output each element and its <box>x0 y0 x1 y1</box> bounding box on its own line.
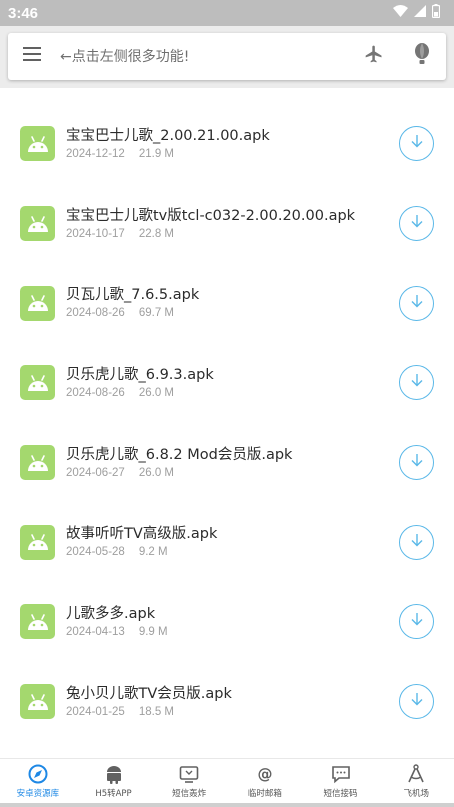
list-item[interactable]: 贝乐虎儿歌_6.8.2 Mod会员版.apk 2024-06-27 26.0 M <box>0 423 454 503</box>
search-bar <box>8 33 446 80</box>
file-name: 贝乐虎儿歌_6.9.3.apk <box>66 366 214 383</box>
nav-label: 临时邮箱 <box>247 788 282 799</box>
android-app-icon <box>20 206 55 242</box>
list-item[interactable]: 兔小贝儿歌TV会员版.apk 2024-01-25 18.5 M <box>0 662 454 742</box>
android-app-icon <box>20 365 55 401</box>
nav-item-0[interactable]: 安卓资源库 <box>0 759 76 803</box>
nav-item-5[interactable]: 飞机场 <box>378 759 454 803</box>
search-input[interactable] <box>56 33 350 80</box>
nav-label: 短信接码 <box>323 788 358 799</box>
airplane-button[interactable] <box>350 33 398 80</box>
download-button[interactable] <box>399 285 434 321</box>
android-app-icon <box>20 285 55 321</box>
nav-item-4[interactable]: 短信接码 <box>303 759 379 803</box>
file-date: 2024-06-27 <box>66 466 125 479</box>
download-icon <box>409 691 425 712</box>
nav-item-3[interactable]: @ 临时邮箱 <box>227 759 303 803</box>
list-item[interactable]: 故事听听TV高级版.apk 2024-05-28 9.2 M <box>0 502 454 582</box>
at-icon: @ <box>256 764 274 784</box>
list-item[interactable]: 宝宝巴士儿歌tv版tcl-c032-2.00.20.00.apk 2024-10… <box>0 184 454 264</box>
file-date: 2024-01-25 <box>66 705 125 718</box>
nav-label: 短信轰炸 <box>172 788 207 799</box>
battery-icon <box>431 3 441 23</box>
airplane-icon <box>364 44 384 69</box>
list-item[interactable]: 儿歌多多.apk 2024-04-13 9.9 M <box>0 582 454 662</box>
compass-tool-icon <box>406 763 426 784</box>
tv-icon <box>179 764 199 784</box>
file-size: 21.9 M <box>138 147 174 160</box>
menu-button[interactable] <box>8 33 56 80</box>
android-app-icon <box>20 604 55 640</box>
download-icon <box>409 532 425 553</box>
nav-item-1[interactable]: H5转APP <box>76 759 152 803</box>
download-button[interactable] <box>399 365 434 401</box>
wifi-icon <box>393 4 408 22</box>
download-button[interactable] <box>399 206 434 242</box>
file-size: 22.8 M <box>138 227 174 240</box>
download-icon <box>409 293 425 314</box>
file-size: 26.0 M <box>138 386 174 399</box>
file-name: 宝宝巴士儿歌_2.00.21.00.apk <box>66 127 270 144</box>
file-date: 2024-04-13 <box>66 625 125 638</box>
android-app-icon <box>20 126 55 162</box>
download-icon <box>409 133 425 154</box>
file-size: 69.7 M <box>138 307 174 320</box>
nav-label: 安卓资源库 <box>16 788 60 799</box>
file-name: 故事听听TV高级版.apk <box>66 526 218 543</box>
menu-icon <box>23 47 41 66</box>
file-date: 2024-05-28 <box>66 546 125 559</box>
nav-item-2[interactable]: 短信轰炸 <box>151 759 227 803</box>
file-name: 儿歌多多.apk <box>66 605 156 622</box>
download-button[interactable] <box>399 684 434 720</box>
file-name: 宝宝巴士儿歌tv版tcl-c032-2.00.20.00.apk <box>66 207 356 224</box>
list-item[interactable]: 宝宝巴士儿歌_2.00.21.00.apk 2024-12-12 21.9 M <box>0 104 454 184</box>
file-size: 9.2 M <box>138 546 168 559</box>
svg-text:@: @ <box>257 765 272 783</box>
file-list: 宝宝巴士儿歌_2.00.21.00.apk 2024-12-12 21.9 M 宝… <box>0 104 454 742</box>
nav-label: 飞机场 <box>403 788 429 799</box>
download-button[interactable] <box>399 126 434 162</box>
balloon-button[interactable] <box>398 33 446 80</box>
download-icon <box>409 213 425 234</box>
download-icon <box>409 611 425 632</box>
file-date: 2024-12-12 <box>66 147 125 160</box>
nav-label: H5转APP <box>95 788 132 799</box>
signal-icon <box>414 4 426 22</box>
list-item[interactable]: 贝瓦儿歌_7.6.5.apk 2024-08-26 69.7 M <box>0 263 454 343</box>
download-icon <box>409 452 425 473</box>
file-size: 9.9 M <box>138 625 168 638</box>
file-name: 贝乐虎儿歌_6.8.2 Mod会员版.apk <box>66 446 293 463</box>
android-icon <box>105 764 123 784</box>
bottom-navigation: 安卓资源库 H5转APP 短信轰炸 @ 临时邮箱 短信接码 飞机场 <box>0 758 454 803</box>
gesture-bar <box>0 803 454 807</box>
file-size: 18.5 M <box>138 705 174 718</box>
file-date: 2024-08-26 <box>66 307 125 320</box>
list-item[interactable]: 贝乐虎儿歌_6.9.3.apk 2024-08-26 26.0 M <box>0 343 454 423</box>
download-icon <box>409 372 425 393</box>
chat-icon <box>331 764 351 784</box>
download-button[interactable] <box>399 604 434 640</box>
file-size: 26.0 M <box>138 466 174 479</box>
file-date: 2024-10-17 <box>66 227 125 240</box>
file-name: 贝瓦儿歌_7.6.5.apk <box>66 287 200 304</box>
download-button[interactable] <box>399 524 434 560</box>
compass-icon <box>28 764 48 784</box>
status-time: 3:46 <box>8 4 39 22</box>
file-date: 2024-08-26 <box>66 386 125 399</box>
android-app-icon <box>20 445 55 481</box>
android-app-icon <box>20 684 55 720</box>
android-app-icon <box>20 524 55 560</box>
download-button[interactable] <box>399 445 434 481</box>
balloon-icon <box>413 43 431 70</box>
status-bar: 3:46 <box>0 0 454 26</box>
file-name: 兔小贝儿歌TV会员版.apk <box>66 685 232 702</box>
